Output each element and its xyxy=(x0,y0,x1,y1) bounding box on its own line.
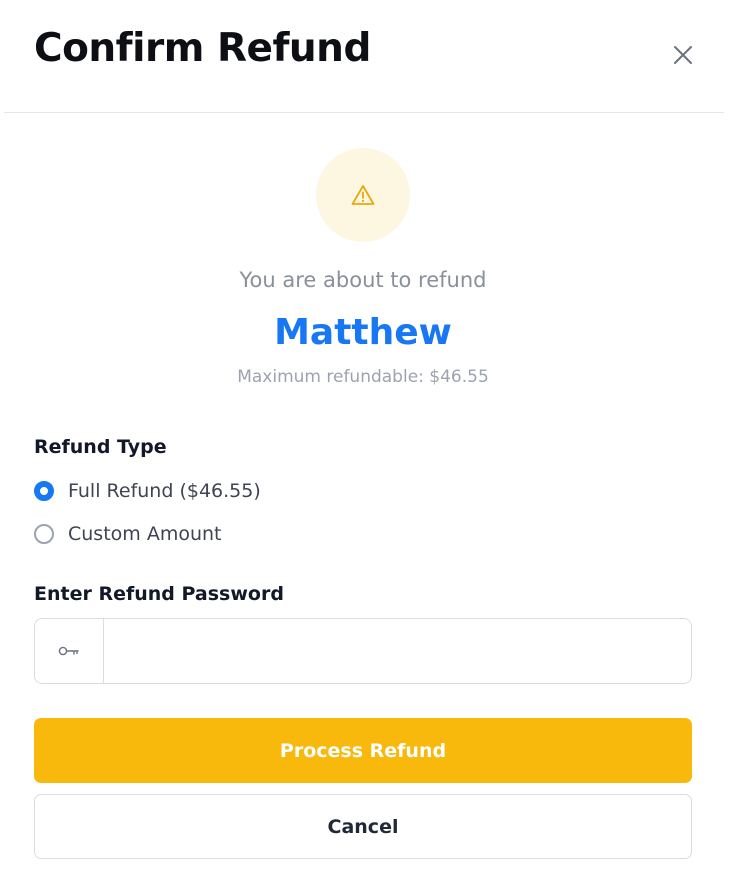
cancel-button[interactable]: Cancel xyxy=(34,794,692,859)
customer-name: Matthew xyxy=(274,312,452,353)
max-refundable-text: Maximum refundable: $46.55 xyxy=(237,367,489,387)
radio-full-refund-label: Full Refund ($46.55) xyxy=(68,480,261,502)
close-icon xyxy=(668,46,698,73)
refund-password-group xyxy=(34,618,692,684)
refund-password-label: Enter Refund Password xyxy=(34,583,284,605)
password-addon xyxy=(35,619,104,683)
refund-dialog: Confirm Refund You are about to refund M… xyxy=(0,0,730,885)
key-icon xyxy=(58,642,80,661)
radio-unchecked-icon[interactable] xyxy=(34,524,54,544)
warning-badge xyxy=(316,148,410,242)
dialog-title: Confirm Refund xyxy=(34,26,371,71)
radio-custom-amount-label: Custom Amount xyxy=(68,523,222,545)
refund-password-input[interactable] xyxy=(104,619,691,683)
refund-intro-text: You are about to refund xyxy=(239,268,487,292)
process-refund-button[interactable]: Process Refund xyxy=(34,718,692,783)
radio-custom-amount[interactable]: Custom Amount xyxy=(34,520,222,548)
radio-full-refund[interactable]: Full Refund ($46.55) xyxy=(34,477,261,505)
header-divider xyxy=(4,112,724,113)
radio-checked-icon[interactable] xyxy=(34,481,54,501)
close-button[interactable] xyxy=(668,40,698,70)
refund-type-label: Refund Type xyxy=(34,436,167,458)
